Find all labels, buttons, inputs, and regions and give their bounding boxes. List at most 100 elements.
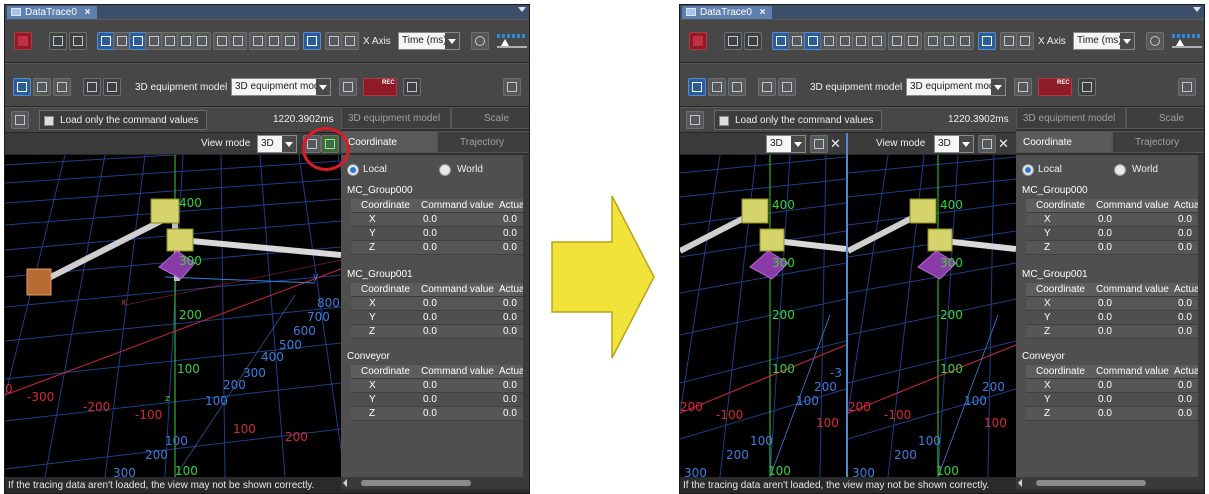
tab-close-icon[interactable]: × (85, 7, 91, 18)
stop-trace-button[interactable] (689, 32, 707, 50)
scroll-left-icon[interactable] (1018, 479, 1022, 487)
tab-datatrace0[interactable]: DataTrace0 × (682, 6, 772, 19)
save-video-button[interactable] (403, 78, 421, 96)
tab-trajectory[interactable]: Trajectory (437, 131, 529, 153)
pan-icon[interactable] (688, 78, 706, 96)
export-button-c[interactable] (956, 32, 974, 50)
local-radio[interactable] (1022, 164, 1034, 176)
record-button[interactable]: REC (1038, 78, 1072, 96)
rotate-icon[interactable] (33, 78, 51, 96)
table-row: X 0.0 0.0 (1026, 297, 1204, 311)
zoom-out-button[interactable] (744, 32, 762, 50)
tab-close-icon[interactable]: × (760, 7, 766, 18)
3d-view-left[interactable]: 400 300 200 100 100 -3 200 100 100 200 3… (680, 155, 846, 477)
dock-panel-button[interactable] (503, 78, 521, 96)
x-axis-letter: x (121, 298, 127, 308)
close-split-icon[interactable]: ✕ (998, 136, 1009, 152)
load-command-checkbox[interactable] (719, 116, 729, 126)
dock-panel-button[interactable] (1178, 78, 1196, 96)
x-axis-select[interactable]: Time (ms) (1073, 32, 1135, 50)
camera-icon[interactable] (978, 135, 996, 153)
zoom-in-button[interactable] (49, 32, 67, 50)
screenshot-button[interactable] (1014, 78, 1032, 96)
load-command-toggle[interactable]: Load only the command values (714, 110, 882, 130)
record-button[interactable]: REC (363, 78, 397, 96)
vertical-scrollbar[interactable] (523, 155, 529, 477)
tab-datatrace0[interactable]: DataTrace0 × (7, 6, 97, 19)
tab-coordinate[interactable]: Coordinate (341, 131, 437, 153)
zoom-out-button[interactable] (69, 32, 87, 50)
horizontal-scrollbar[interactable] (1016, 477, 1204, 489)
3d-view-right[interactable]: 400 300 200 100 100 200 100 100 200 300 … (848, 155, 1016, 477)
sync-button[interactable] (978, 32, 996, 50)
list-icon[interactable] (686, 111, 704, 129)
reset-view-button[interactable] (778, 78, 796, 96)
sync-button[interactable] (303, 32, 321, 50)
chart-button-d[interactable] (193, 32, 211, 50)
fit-view-button[interactable] (758, 78, 776, 96)
coordinate-table: Coordinate Command value Actua X 0.0 0.0 Y… (1026, 283, 1204, 339)
reset-view-button[interactable] (103, 78, 121, 96)
table-row: Z 0.0 0.0 (1026, 241, 1204, 255)
z-tick-200: 200 (179, 308, 202, 322)
load-command-toggle[interactable]: Load only the command values (39, 110, 207, 130)
save-video-button[interactable] (1078, 78, 1096, 96)
tab-3d-equipment-model[interactable]: 3D equipment model (341, 107, 451, 129)
zoom-slider[interactable] (1172, 32, 1202, 50)
horizontal-scrollbar[interactable] (341, 477, 529, 489)
clock-icon[interactable] (1146, 32, 1164, 50)
table-row: Z 0.0 0.0 (1026, 325, 1204, 339)
camera-icon[interactable] (810, 135, 828, 153)
world-radio[interactable] (1114, 164, 1126, 176)
local-radio[interactable] (347, 164, 359, 176)
view-menu-chevron-icon[interactable] (1193, 7, 1201, 12)
chevron-down-icon (791, 136, 805, 152)
screenshot-button[interactable] (339, 78, 357, 96)
scroll-left-icon[interactable] (343, 479, 347, 487)
view-mode-select-left[interactable]: 3D (766, 135, 806, 153)
model-select[interactable]: 3D equipment model (231, 78, 331, 96)
zoom-slider[interactable] (497, 32, 527, 50)
zoom-icon[interactable] (53, 78, 71, 96)
column-header: Actua (1174, 366, 1200, 377)
tab-3d-equipment-model[interactable]: 3D equipment model (1016, 107, 1126, 129)
close-split-icon[interactable]: ✕ (830, 136, 841, 152)
clock-icon[interactable] (471, 32, 489, 50)
tab-scale[interactable]: Scale (451, 107, 529, 129)
rotate-icon[interactable] (708, 78, 726, 96)
table-button[interactable] (229, 32, 247, 50)
scroll-thumb[interactable] (1036, 480, 1146, 486)
overlay-button-b[interactable] (341, 32, 359, 50)
table-button[interactable] (904, 32, 922, 50)
load-command-checkbox[interactable] (44, 116, 54, 126)
overlay-button-b[interactable] (1016, 32, 1034, 50)
view-mode-select-right[interactable]: 3D (934, 135, 974, 153)
x-axis-select[interactable]: Time (ms) (398, 32, 460, 50)
transition-arrow-icon (551, 195, 655, 359)
world-radio[interactable] (439, 164, 451, 176)
export-button-c[interactable] (281, 32, 299, 50)
end-block (26, 268, 52, 296)
3d-view[interactable]: 400 300 200 100 100 800 700 600 500 400 … (5, 155, 341, 477)
tab-bar: DataTrace0 × (680, 5, 1204, 19)
pan-icon[interactable] (13, 78, 31, 96)
list-icon[interactable] (11, 111, 29, 129)
model-select[interactable]: 3D equipment model (906, 78, 1006, 96)
stop-trace-button[interactable] (14, 32, 32, 50)
vertical-scrollbar[interactable] (1198, 155, 1204, 477)
group-name: Conveyor (1022, 351, 1065, 362)
tab-bar: DataTrace0 × (5, 5, 529, 19)
fit-view-button[interactable] (83, 78, 101, 96)
tab-coordinate[interactable]: Coordinate (1016, 131, 1112, 153)
scroll-thumb[interactable] (361, 480, 471, 486)
chart-button-d[interactable] (868, 32, 886, 50)
view-menu-chevron-icon[interactable] (518, 7, 526, 12)
x-axis-select-value: Time (ms) (402, 35, 447, 46)
table-row: X 0.0 0.0 (351, 213, 529, 227)
table-header: Coordinate Command value Actua (351, 283, 529, 297)
zoom-in-button[interactable] (724, 32, 742, 50)
view-mode-select[interactable]: 3D (257, 135, 297, 153)
tab-trajectory[interactable]: Trajectory (1112, 131, 1204, 153)
zoom-icon[interactable] (728, 78, 746, 96)
tab-scale[interactable]: Scale (1126, 107, 1204, 129)
